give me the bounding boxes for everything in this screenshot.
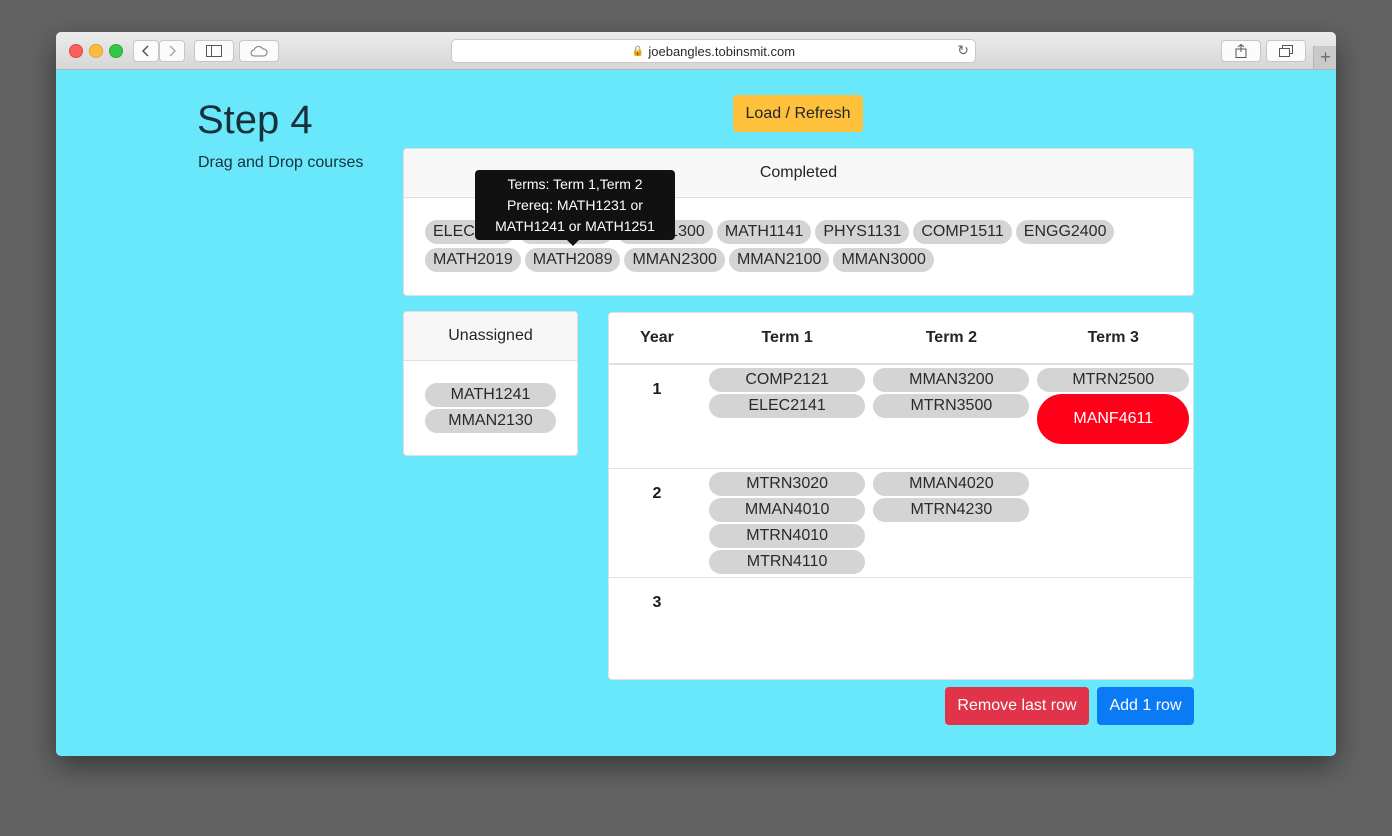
- page-subtitle: Drag and Drop courses: [198, 154, 364, 171]
- course-chip[interactable]: MMAN2100: [728, 248, 830, 272]
- term3-cell[interactable]: [1033, 467, 1193, 577]
- tooltip-prereq-cont: MATH1241 or MATH1251: [495, 217, 655, 234]
- term3-cell[interactable]: MTRN2500 MANF4611: [1033, 363, 1193, 468]
- term1-cell[interactable]: COMP2121 ELEC2141: [705, 363, 870, 468]
- zoom-window-button[interactable]: [109, 44, 123, 58]
- course-chip[interactable]: MMAN4010: [709, 497, 866, 522]
- course-chip[interactable]: MANF4611: [1037, 394, 1189, 444]
- term1-column-header: Term 1: [705, 313, 870, 365]
- plan-header-row: Year Term 1 Term 2 Term 3: [609, 313, 1193, 365]
- plan-table: Year Term 1 Term 2 Term 3 1 COMP2121 ELEC2…: [609, 313, 1193, 681]
- tabs-icon: [1279, 45, 1293, 57]
- year-cell: 2: [609, 467, 705, 577]
- remove-last-row-button[interactable]: Remove last row: [945, 687, 1089, 725]
- tab-overview-button[interactable]: [1266, 40, 1306, 62]
- share-button[interactable]: [1221, 40, 1261, 62]
- tooltip-arrow: [567, 240, 579, 246]
- term-course-list: MTRN3020 MMAN4010 MTRN4010 MTRN4110: [709, 471, 866, 574]
- course-chip[interactable]: MTRN3500: [873, 394, 1030, 418]
- course-chip[interactable]: MMAN4020: [873, 471, 1030, 496]
- sidebar-icon: [206, 45, 222, 57]
- address-bar[interactable]: 🔒 joebangles.tobinsmit.com ↻: [451, 39, 976, 63]
- plan-row: 2 MTRN3020 MMAN4010 MTRN4010 MTRN4110 MMAN402…: [609, 467, 1193, 577]
- term2-cell[interactable]: MMAN4020 MTRN4230: [869, 467, 1034, 577]
- course-chip[interactable]: MMAN2130: [425, 409, 556, 433]
- course-chip[interactable]: MTRN4110: [709, 549, 866, 574]
- unassigned-course-list: MATH1241 MMAN2130: [404, 361, 577, 433]
- term2-column-header: Term 2: [869, 313, 1034, 365]
- plan-row: 1 COMP2121 ELEC2141 MMAN3200 MTRN3500 MTRN250…: [609, 363, 1193, 468]
- course-chip[interactable]: MMAN3000: [833, 248, 934, 272]
- term2-cell[interactable]: MMAN3200 MTRN3500: [869, 363, 1034, 468]
- course-chip[interactable]: MMAN2300: [624, 248, 725, 272]
- course-chip[interactable]: COMP2121: [709, 368, 866, 392]
- course-tooltip: Terms: Term 1,Term 2 Prereq: MATH1231 or…: [475, 170, 675, 246]
- term1-cell[interactable]: [705, 576, 870, 681]
- icloud-tabs-button[interactable]: [239, 40, 279, 62]
- unassigned-header: Unassigned: [404, 312, 577, 361]
- url-text: joebangles.tobinsmit.com: [648, 43, 796, 59]
- tooltip-prereq: Prereq: MATH1231 or: [507, 196, 643, 213]
- course-chip[interactable]: MTRN4230: [873, 497, 1030, 522]
- term-course-list: MMAN3200 MTRN3500: [873, 368, 1030, 418]
- term-course-list: MTRN2500 MANF4611: [1037, 368, 1189, 444]
- course-chip[interactable]: MTRN2500: [1037, 368, 1189, 392]
- plan-row: 3: [609, 576, 1193, 681]
- forward-button[interactable]: [159, 40, 185, 62]
- course-chip[interactable]: COMP1511: [913, 220, 1012, 244]
- course-chip[interactable]: PHYS1131: [815, 220, 910, 244]
- new-tab-button[interactable]: +: [1313, 46, 1336, 69]
- cloud-icon: [250, 46, 268, 57]
- term3-column-header: Term 3: [1033, 313, 1193, 365]
- year-cell: 1: [609, 363, 705, 468]
- course-chip[interactable]: MTRN3020: [709, 471, 866, 496]
- term1-cell[interactable]: MTRN3020 MMAN4010 MTRN4010 MTRN4110: [705, 467, 870, 577]
- chevron-left-icon: [141, 45, 149, 57]
- reload-icon[interactable]: ↻: [957, 42, 969, 59]
- chevron-right-icon: [169, 45, 177, 57]
- course-chip[interactable]: ENGG2400: [1015, 220, 1115, 244]
- plan-table-card: Year Term 1 Term 2 Term 3 1 COMP2121 ELEC2…: [608, 312, 1194, 681]
- load-refresh-button[interactable]: Load / Refresh: [733, 95, 863, 132]
- close-window-button[interactable]: [69, 44, 83, 58]
- sidebar-toggle-button[interactable]: [194, 40, 234, 62]
- minimize-window-button[interactable]: [89, 44, 103, 58]
- course-chip[interactable]: MATH2019: [425, 248, 521, 272]
- page-title: Step 4: [197, 98, 313, 142]
- unassigned-card: Unassigned MATH1241 MMAN2130: [403, 311, 578, 456]
- course-chip[interactable]: MATH2089: [524, 248, 621, 272]
- browser-toolbar: 🔒 joebangles.tobinsmit.com ↻ +: [56, 32, 1336, 70]
- browser-window: 🔒 joebangles.tobinsmit.com ↻ + Step 4 Dr…: [56, 32, 1336, 756]
- term-course-list: COMP2121 ELEC2141: [709, 368, 866, 418]
- add-row-button[interactable]: Add 1 row: [1097, 687, 1194, 725]
- term2-cell[interactable]: [869, 576, 1034, 681]
- course-chip[interactable]: MATH1141: [716, 220, 812, 244]
- course-chip[interactable]: MTRN4010: [709, 523, 866, 548]
- term-course-list: MMAN4020 MTRN4230: [873, 471, 1030, 522]
- course-chip[interactable]: MMAN3200: [873, 368, 1030, 392]
- term3-cell[interactable]: [1033, 576, 1193, 681]
- page-content: Step 4 Drag and Drop courses Load / Refr…: [56, 70, 1336, 756]
- back-button[interactable]: [133, 40, 159, 62]
- year-column-header: Year: [609, 313, 705, 365]
- share-icon: [1235, 44, 1247, 58]
- course-chip[interactable]: MATH1241: [425, 383, 556, 407]
- year-cell: 3: [609, 576, 705, 681]
- course-chip[interactable]: ELEC2141: [709, 394, 866, 418]
- tooltip-terms: Terms: Term 1,Term 2: [507, 175, 643, 192]
- lock-icon: 🔒: [631, 45, 645, 57]
